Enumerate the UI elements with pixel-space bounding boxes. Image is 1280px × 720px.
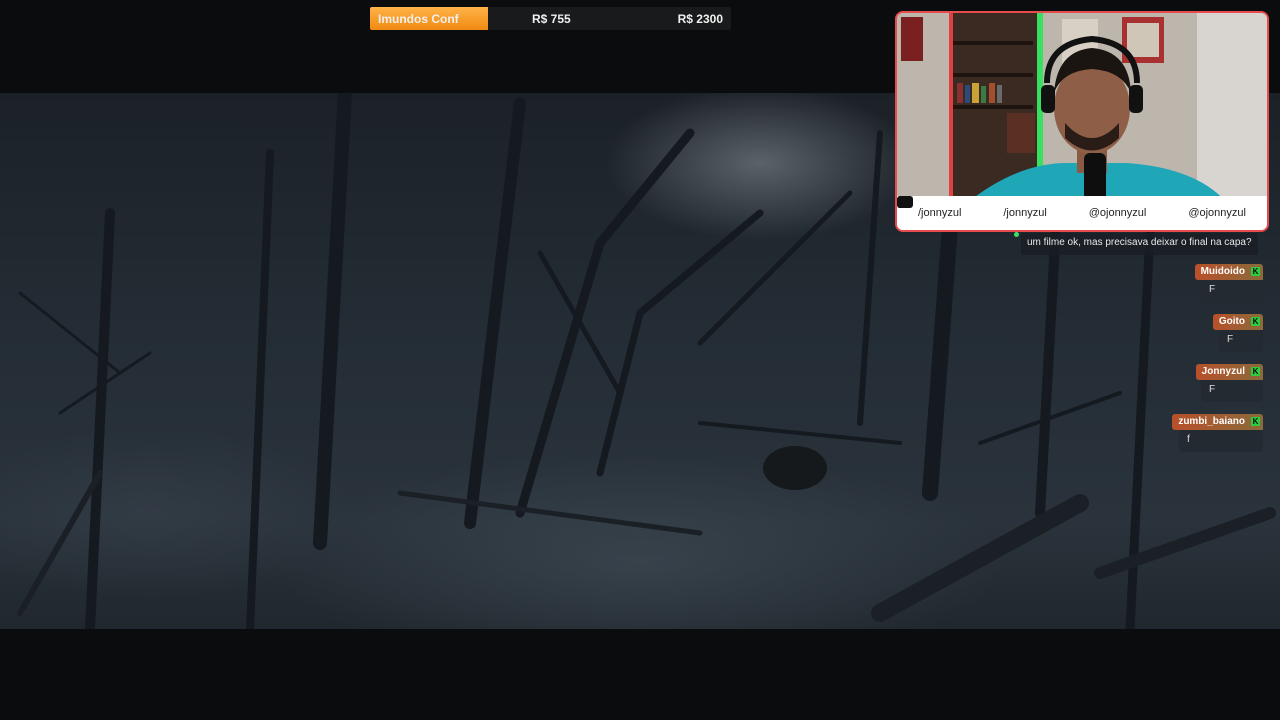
stream-overlay: Imundos Conf R$ 755 R$ 2300 /jonnyzul /j… <box>0 0 1280 720</box>
facebook-handle: /jonnyzul <box>1003 207 1047 219</box>
social-twitter[interactable]: @ojonnyzul <box>897 196 1147 219</box>
chat-text: F <box>1219 330 1263 352</box>
kick-badge-icon: K <box>1251 417 1260 426</box>
instagram-handle: @ojonnyzul <box>1188 207 1246 219</box>
goal-name: Imundos Conf <box>378 12 459 26</box>
chat-text: F <box>1201 380 1263 402</box>
goal-target-amount: R$ 2300 <box>677 12 723 26</box>
webcam-frame: /jonnyzul /jonnyzul @ojonnyzul @ojonnyzu… <box>895 11 1269 232</box>
social-facebook[interactable]: /jonnyzul <box>898 198 1047 219</box>
social-instagram[interactable]: @ojonnyzul <box>897 196 1246 219</box>
chat-username: Goito K <box>1212 314 1263 330</box>
twitter-handle: @ojonnyzul <box>1088 207 1147 219</box>
social-youtube[interactable]: /jonnyzul <box>897 196 962 219</box>
chat-message: zumbi_baiano K f <box>1172 414 1263 452</box>
chat-text: F <box>1201 280 1263 302</box>
chat-message: Jonnyzul K F <box>1195 364 1263 402</box>
chat-text: f <box>1179 430 1263 452</box>
instagram-icon <box>897 196 910 208</box>
goal-current-amount: R$ 755 <box>532 12 571 26</box>
social-links-bar: /jonnyzul /jonnyzul @ojonnyzul @ojonnyzu… <box>897 196 1267 230</box>
chat-message: Goito K F <box>1212 314 1263 352</box>
kick-badge-icon: K <box>1251 367 1260 376</box>
chat-username: Muidoido K <box>1194 264 1263 280</box>
donation-goal-bar: Imundos Conf R$ 755 R$ 2300 <box>370 7 731 30</box>
chat-username: Jonnyzul K <box>1195 364 1263 380</box>
youtube-handle: /jonnyzul <box>917 207 962 219</box>
chat-status-dot <box>1014 232 1019 237</box>
chat-username: zumbi_baiano K <box>1172 414 1263 430</box>
chat-message-top: um filme ok, mas precisava deixar o fina… <box>1021 233 1258 255</box>
kick-badge-icon: K <box>1251 317 1260 326</box>
chat-message: Muidoido K F <box>1193 264 1263 302</box>
kick-badge-icon: K <box>1251 267 1260 276</box>
